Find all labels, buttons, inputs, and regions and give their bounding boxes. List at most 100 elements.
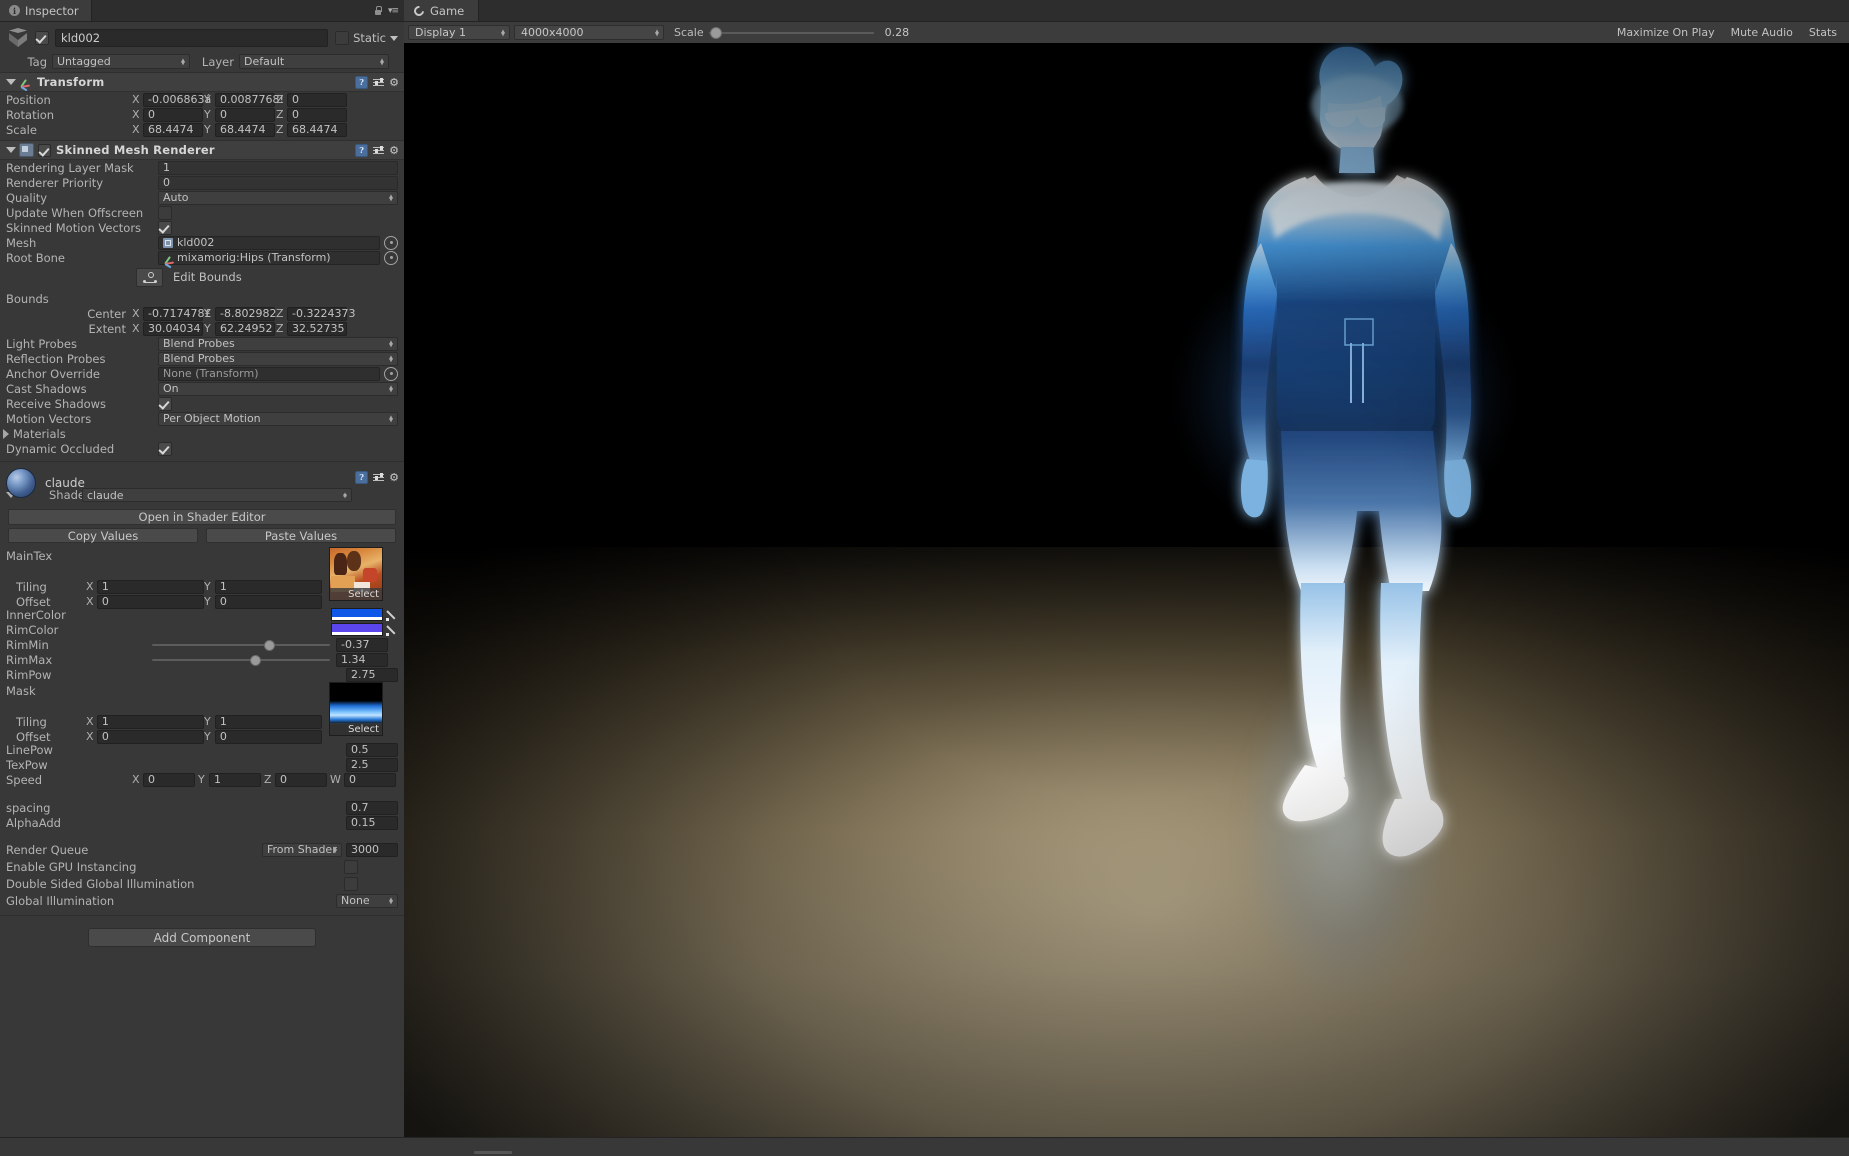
lock-icon[interactable] (374, 6, 382, 15)
tex-pow-input[interactable]: 2.5 (346, 757, 398, 772)
rim-min-input[interactable]: -0.37 (336, 637, 388, 652)
rim-pow-input[interactable]: 2.75 (346, 667, 398, 682)
gear-icon[interactable]: ⚙ (389, 472, 399, 483)
scale-slider[interactable] (708, 26, 874, 39)
game-render-view[interactable] (404, 43, 1849, 1138)
rim-max-input[interactable]: 1.34 (336, 652, 388, 667)
help-icon[interactable]: ? (355, 470, 369, 484)
scale-x-input[interactable]: 68.4474 (143, 122, 203, 137)
add-component-button[interactable]: Add Component (88, 928, 316, 947)
light-probes-dropdown[interactable]: Blend Probes (158, 336, 398, 351)
speed-w-input[interactable]: 0 (344, 772, 396, 787)
rotation-y-input[interactable]: 0 (215, 107, 275, 122)
alpha-add-input[interactable]: 0.15 (346, 815, 398, 830)
preset-icon[interactable] (373, 77, 385, 88)
maintex-offset-y-input[interactable]: 0 (214, 594, 322, 609)
speed-z-input[interactable]: 0 (275, 772, 327, 787)
gear-icon[interactable]: ⚙ (389, 77, 399, 88)
rim-max-slider[interactable] (152, 654, 330, 666)
render-queue-mode-dropdown[interactable]: From Shader (262, 842, 342, 857)
rotation-z-input[interactable]: 0 (287, 107, 347, 122)
render-queue-input[interactable]: 3000 (346, 842, 398, 857)
paste-values-button[interactable]: Paste Values (206, 528, 396, 543)
hamburger-menu-icon[interactable]: ▾≡ (388, 6, 399, 16)
bounds-extent-z-input[interactable]: 32.52735 (287, 321, 347, 336)
rendering-layer-mask-input[interactable]: 1 (158, 160, 398, 175)
gameobject-name-input[interactable]: kld002 (55, 29, 329, 47)
foldout-arrow-icon[interactable] (6, 79, 16, 85)
scale-z-input[interactable]: 68.4474 (287, 122, 347, 137)
foldout-arrow-icon[interactable] (6, 147, 16, 153)
materials-row[interactable]: Materials (0, 426, 404, 441)
eyedropper-icon[interactable] (386, 609, 398, 621)
mute-audio-toggle[interactable]: Mute Audio (1723, 22, 1801, 43)
scale-y-input[interactable]: 68.4474 (215, 122, 275, 137)
inner-color-swatch[interactable] (331, 608, 383, 621)
edit-bounds-button[interactable] (136, 267, 163, 287)
anchor-override-object-field[interactable]: None (Transform) (158, 366, 380, 381)
maintex-select-label[interactable]: Select (330, 588, 382, 600)
bounds-center-y-input[interactable]: -8.802982 (215, 306, 276, 321)
static-toggle[interactable]: Static (335, 31, 398, 45)
help-icon[interactable]: ? (355, 75, 369, 89)
component-header-transform[interactable]: Transform ? ⚙ (0, 72, 404, 92)
spacing-input[interactable]: 0.7 (346, 800, 398, 815)
bounds-extent-y-input[interactable]: 62.24952 (215, 321, 275, 336)
bounds-extent-x-input[interactable]: 30.04034 (143, 321, 203, 336)
open-shader-editor-button[interactable]: Open in Shader Editor (8, 509, 396, 525)
chevron-down-icon[interactable] (390, 35, 398, 41)
stats-toggle[interactable]: Stats (1801, 22, 1845, 43)
mask-select-label[interactable]: Select (330, 723, 382, 735)
shader-dropdown[interactable]: claude (82, 488, 352, 502)
bounds-center-z-input[interactable]: -0.3224373 (287, 306, 355, 321)
tab-game[interactable]: Game (404, 0, 480, 21)
smr-enabled-checkbox[interactable] (38, 143, 51, 157)
double-sided-gi-checkbox[interactable] (344, 876, 358, 891)
eyedropper-icon[interactable] (386, 624, 398, 636)
position-z-input[interactable]: 0 (287, 92, 347, 107)
preset-icon[interactable] (373, 472, 385, 483)
maintex-offset-x-input[interactable]: 0 (96, 594, 204, 609)
mask-tiling-y-input[interactable]: 1 (214, 714, 322, 729)
rotation-x-input[interactable]: 0 (143, 107, 203, 122)
mask-offset-x-input[interactable]: 0 (96, 729, 204, 744)
materials-foldout-icon[interactable] (3, 428, 9, 439)
motion-vectors-dropdown[interactable]: Per Object Motion (158, 411, 398, 426)
quality-dropdown[interactable]: Auto (158, 190, 398, 205)
display-dropdown[interactable]: Display 1 (408, 25, 510, 40)
copy-values-button[interactable]: Copy Values (8, 528, 198, 543)
line-pow-input[interactable]: 0.5 (346, 742, 398, 757)
preset-icon[interactable] (373, 145, 385, 156)
help-icon[interactable]: ? (355, 143, 369, 157)
static-checkbox[interactable] (335, 31, 350, 45)
bounds-center-x-input[interactable]: -0.717478£ (143, 306, 211, 321)
gameobject-enabled-checkbox[interactable] (35, 31, 49, 45)
mask-offset-y-input[interactable]: 0 (214, 729, 322, 744)
rim-min-slider[interactable] (152, 639, 330, 651)
tab-inspector[interactable]: i Inspector (0, 0, 92, 21)
gpu-instancing-checkbox[interactable] (344, 859, 358, 874)
reflection-probes-dropdown[interactable]: Blend Probes (158, 351, 398, 366)
renderer-priority-input[interactable]: 0 (158, 175, 398, 190)
speed-y-input[interactable]: 1 (209, 772, 261, 787)
mask-texture-thumbnail[interactable]: Select (329, 682, 383, 736)
layer-dropdown[interactable]: Default (239, 54, 389, 69)
maintex-texture-thumbnail[interactable]: Select (329, 547, 383, 601)
mesh-object-picker-icon[interactable] (384, 235, 398, 250)
position-y-input[interactable]: 0.0087768! (215, 92, 284, 107)
maintex-tiling-y-input[interactable]: 1 (214, 579, 322, 594)
tag-dropdown[interactable]: Untagged (52, 54, 190, 69)
root-bone-object-field[interactable]: mixamorig:Hips (Transform) (158, 250, 380, 268)
speed-x-input[interactable]: 0 (143, 772, 195, 787)
gear-icon[interactable]: ⚙ (389, 145, 399, 156)
cast-shadows-dropdown[interactable]: On (158, 381, 398, 396)
position-x-input[interactable]: -0.006863á (143, 92, 211, 107)
mask-tiling-x-input[interactable]: 1 (96, 714, 204, 729)
maintex-tiling-x-input[interactable]: 1 (96, 579, 204, 594)
component-header-skinned-mesh-renderer[interactable]: Skinned Mesh Renderer ? ⚙ (0, 140, 404, 160)
update-when-offscreen-checkbox[interactable] (158, 205, 172, 220)
dynamic-occluded-checkbox[interactable] (158, 441, 172, 456)
root-bone-object-picker-icon[interactable] (384, 250, 398, 265)
resolution-dropdown[interactable]: 4000x4000 (514, 25, 664, 40)
skinned-motion-vectors-checkbox[interactable] (158, 220, 172, 235)
